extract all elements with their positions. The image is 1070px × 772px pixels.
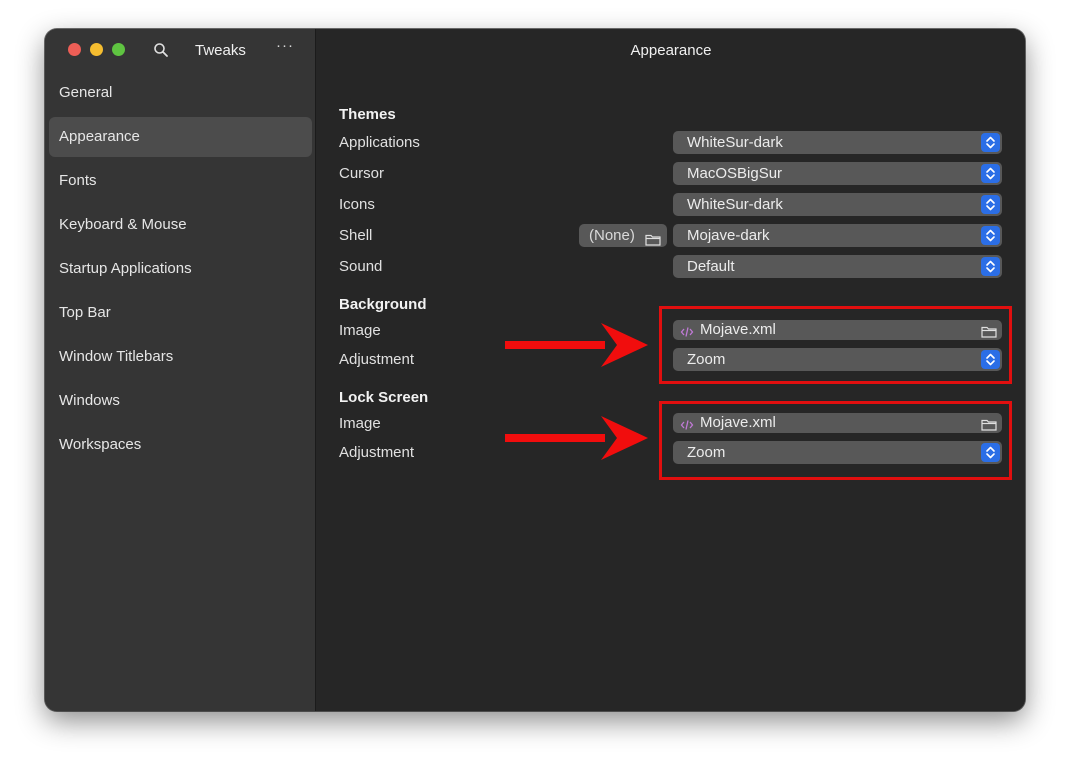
shell-file-button[interactable]: (None)	[579, 224, 667, 247]
sidebar-item-keyboard-mouse[interactable]: Keyboard & Mouse	[49, 205, 312, 245]
arrow-right-icon	[505, 416, 648, 460]
icons-theme-select[interactable]: WhiteSur-dark	[673, 193, 1002, 216]
cursor-theme-value: MacOSBigSur	[687, 165, 783, 182]
icons-label: Icons	[339, 196, 375, 213]
shell-file-value: (None)	[589, 227, 635, 244]
sidebar-item-top-bar[interactable]: Top Bar	[49, 293, 312, 333]
arrow-right-icon	[505, 323, 648, 367]
sidebar: Tweaks ··· General Appearance Fonts Keyb…	[45, 29, 316, 711]
shell-label: Shell	[339, 227, 373, 244]
sidebar-item-appearance[interactable]: Appearance	[49, 117, 312, 157]
more-icon[interactable]: ···	[276, 37, 294, 54]
sidebar-item-windows[interactable]: Windows	[49, 381, 312, 421]
icons-theme-value: WhiteSur-dark	[687, 196, 783, 213]
lock-screen-annotation-box	[659, 401, 1012, 480]
updown-chevron-icon	[981, 164, 1000, 183]
applications-label: Applications	[339, 134, 420, 151]
themes-heading: Themes	[339, 106, 396, 123]
shell-theme-select[interactable]: Mojave-dark	[673, 224, 1002, 247]
updown-chevron-icon	[981, 257, 1000, 276]
search-icon[interactable]	[153, 42, 169, 58]
close-button[interactable]	[68, 43, 81, 56]
lock-screen-image-label: Image	[339, 415, 381, 432]
shell-theme-value: Mojave-dark	[687, 227, 770, 244]
updown-chevron-icon	[981, 226, 1000, 245]
tweaks-window: Tweaks ··· General Appearance Fonts Keyb…	[45, 29, 1025, 711]
sidebar-item-fonts[interactable]: Fonts	[49, 161, 312, 201]
sound-theme-value: Default	[687, 258, 735, 275]
appearance-panel: Appearance Themes Applications WhiteSur-…	[317, 29, 1025, 711]
sidebar-nav: General Appearance Fonts Keyboard & Mous…	[49, 73, 312, 469]
folder-icon	[645, 230, 661, 246]
maximize-button[interactable]	[112, 43, 125, 56]
sidebar-item-startup-applications[interactable]: Startup Applications	[49, 249, 312, 289]
minimize-button[interactable]	[90, 43, 103, 56]
applications-theme-select[interactable]: WhiteSur-dark	[673, 131, 1002, 154]
sidebar-title: Tweaks	[195, 42, 246, 59]
sound-label: Sound	[339, 258, 383, 275]
background-heading: Background	[339, 296, 427, 313]
background-annotation-box	[659, 306, 1012, 384]
sidebar-item-workspaces[interactable]: Workspaces	[49, 425, 312, 465]
sidebar-item-window-titlebars[interactable]: Window Titlebars	[49, 337, 312, 377]
lock-screen-heading: Lock Screen	[339, 389, 429, 406]
background-image-label: Image	[339, 322, 381, 339]
cursor-label: Cursor	[339, 165, 385, 182]
applications-theme-value: WhiteSur-dark	[687, 134, 783, 151]
updown-chevron-icon	[981, 133, 1000, 152]
lock-screen-adjustment-label: Adjustment	[339, 444, 415, 461]
sound-theme-select[interactable]: Default	[673, 255, 1002, 278]
sidebar-item-general[interactable]: General	[49, 73, 312, 113]
background-adjustment-label: Adjustment	[339, 351, 415, 368]
cursor-theme-select[interactable]: MacOSBigSur	[673, 162, 1002, 185]
updown-chevron-icon	[981, 195, 1000, 214]
page-title: Appearance	[630, 42, 712, 59]
